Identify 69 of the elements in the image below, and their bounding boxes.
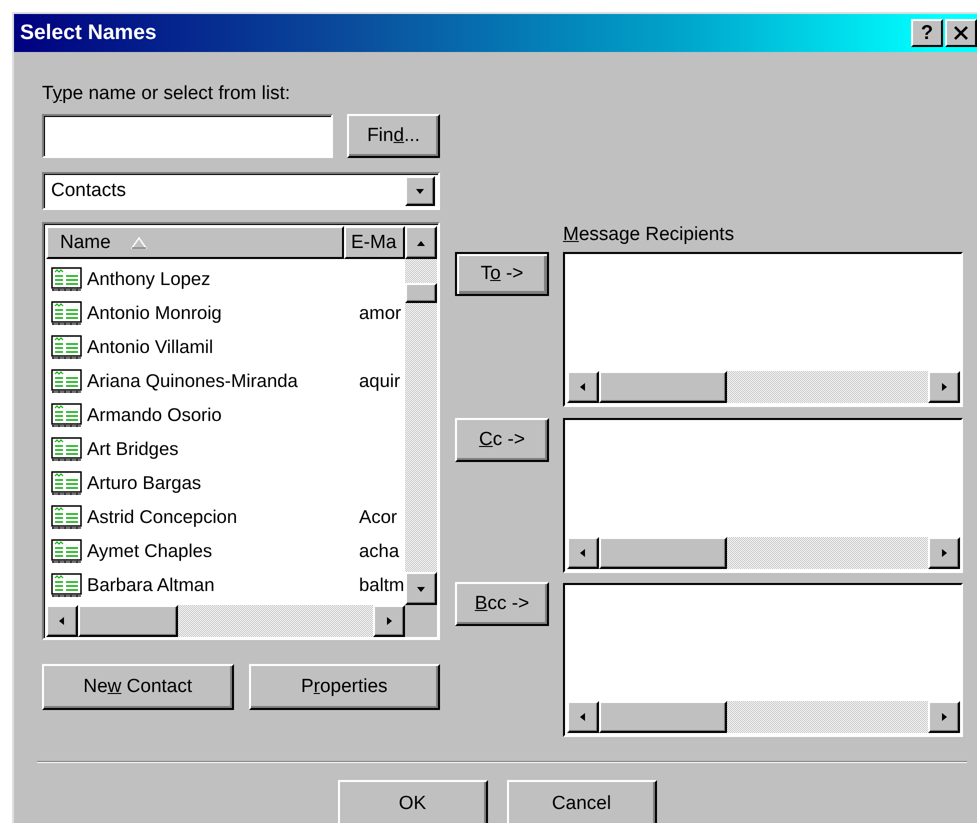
horizontal-scrollbar[interactable] [567, 537, 960, 569]
scroll-left-button[interactable] [567, 371, 599, 403]
search-label: Type name or select from list: [42, 82, 292, 106]
address-book-dropdown[interactable]: Contacts [42, 172, 440, 210]
scroll-right-button[interactable] [928, 371, 960, 403]
scroll-right-button[interactable] [373, 605, 405, 637]
vertical-scrollbar[interactable] [405, 226, 437, 605]
contact-card-icon [51, 505, 83, 529]
contact-name[interactable]: Anthony Lopez [87, 268, 359, 290]
scrollbar-thumb[interactable] [599, 537, 727, 569]
scroll-left-button[interactable] [46, 605, 78, 637]
scrollbar-corner [405, 605, 437, 637]
contact-card-icon [51, 437, 83, 461]
recipient-list[interactable] [563, 583, 963, 737]
recipient-list[interactable] [563, 252, 963, 407]
contact-name[interactable]: Antonio Monroig [87, 302, 359, 324]
scroll-right-button[interactable] [928, 701, 960, 733]
horizontal-scrollbar[interactable] [567, 701, 960, 733]
column-header[interactable]: Name [46, 226, 344, 259]
contact-name[interactable]: Astrid Concepcion [87, 506, 359, 528]
contact-name[interactable]: Antonio Villamil [87, 336, 359, 358]
window-title: Select Names [19, 21, 157, 45]
contact-card-icon [51, 301, 83, 325]
new-contact-button[interactable]: New Contact [42, 664, 234, 710]
ok-button[interactable]: OK [338, 780, 488, 823]
contact-name[interactable]: Aymet Chaples [87, 540, 359, 562]
contact-card-icon [51, 369, 83, 393]
recipient-list[interactable] [563, 418, 963, 573]
contact-card-icon [51, 471, 83, 495]
contact-email[interactable]: aquir [359, 370, 400, 392]
scroll-right-button[interactable] [928, 537, 960, 569]
contact-email[interactable]: baltm [359, 574, 404, 596]
contact-email[interactable]: amor [359, 302, 402, 324]
contact-card-icon [51, 267, 83, 291]
horizontal-scrollbar[interactable] [46, 605, 405, 637]
dropdown-value: Contacts [51, 180, 126, 202]
scroll-left-button[interactable] [567, 701, 599, 733]
name-input-field[interactable] [42, 114, 333, 158]
contact-card-icon [51, 403, 83, 427]
help-button[interactable]: ? [911, 19, 943, 47]
find-button[interactable]: Find... [347, 114, 440, 158]
contact-card-icon [51, 539, 83, 563]
column-header[interactable]: E-Ma [344, 226, 405, 259]
dropdown-button[interactable] [405, 176, 435, 206]
scroll-down-button[interactable] [405, 572, 437, 605]
scroll-up-button[interactable] [405, 226, 437, 259]
properties-button[interactable]: Properties [248, 664, 440, 710]
recipient-button[interactable]: To -> [455, 252, 549, 296]
scroll-left-button[interactable] [567, 537, 599, 569]
scrollbar-thumb[interactable] [405, 283, 437, 303]
recipient-button[interactable]: Bcc -> [455, 582, 549, 626]
cancel-button[interactable]: Cancel [506, 780, 656, 823]
horizontal-scrollbar[interactable] [567, 371, 960, 403]
close-icon [953, 26, 969, 40]
contact-card-icon [51, 335, 83, 359]
contact-name[interactable]: Barbara Altman [87, 574, 359, 596]
contact-email[interactable]: acha [359, 540, 400, 562]
recipient-button[interactable]: Cc -> [455, 418, 549, 462]
contact-card-icon [51, 573, 83, 597]
contact-name[interactable]: Art Bridges [87, 438, 359, 460]
contact-name[interactable]: Ariana Quinones-Miranda [87, 370, 359, 392]
contact-name[interactable]: Armando Osorio [87, 404, 359, 426]
scrollbar-thumb[interactable] [78, 605, 178, 637]
scrollbar-thumb[interactable] [599, 371, 727, 403]
scrollbar-thumb[interactable] [599, 701, 727, 733]
close-button[interactable] [945, 19, 977, 47]
recipients-label: Message Recipients [563, 223, 736, 247]
contact-name[interactable]: Arturo Bargas [87, 472, 359, 494]
contact-email[interactable]: Acor [359, 506, 398, 528]
